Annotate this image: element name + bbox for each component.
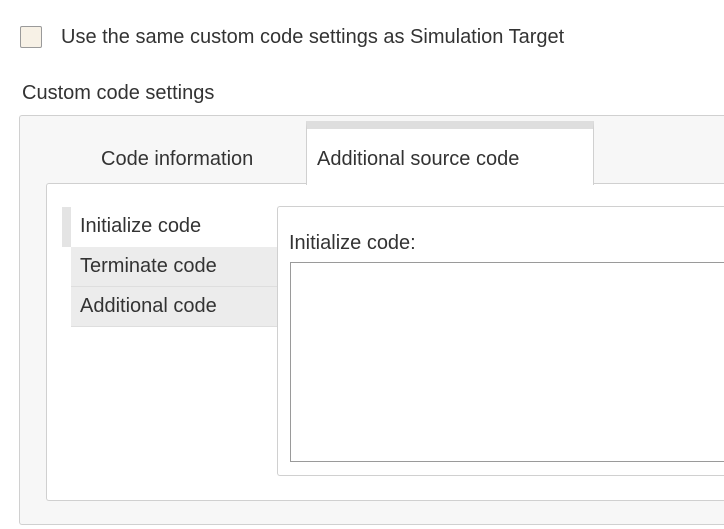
side-item-terminate-code[interactable]: Terminate code [71,247,278,287]
initialize-code-field-label: Initialize code: [289,232,416,254]
same-settings-checkbox-row[interactable]: Use the same custom code settings as Sim… [20,24,564,50]
side-item-initialize-code[interactable]: Initialize code [62,207,278,247]
code-section-list: Initialize code Terminate code Additiona… [62,207,278,327]
same-settings-checkbox-label[interactable]: Use the same custom code settings as Sim… [61,26,564,49]
tab-code-information[interactable]: Code information [80,138,305,184]
same-settings-checkbox[interactable] [20,26,42,48]
tab-additional-source-code[interactable]: Additional source code [306,121,594,185]
custom-code-settings-label: Custom code settings [22,82,215,104]
initialize-code-textarea[interactable] [290,262,724,462]
side-item-additional-code[interactable]: Additional code [71,287,278,327]
